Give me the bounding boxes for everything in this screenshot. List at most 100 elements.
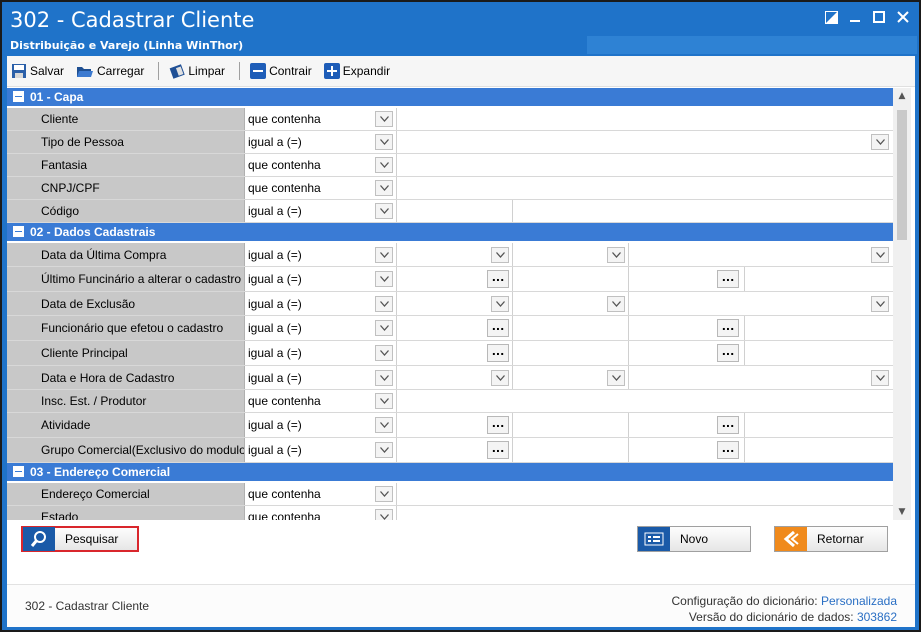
section-header[interactable]: 03 - Endereço Comercial [7,463,893,481]
save-icon [12,64,26,78]
value-select[interactable] [628,243,893,266]
date-from-dropdown-icon[interactable] [491,246,509,263]
operator-select[interactable]: igual a (=) [245,200,373,222]
value-input[interactable] [396,108,893,130]
value-input-2[interactable] [512,200,893,222]
window-subtitle: Distribuição e Varejo (Linha WinThor) [10,39,244,52]
desc-from-input[interactable] [512,267,629,291]
pesquisar-button[interactable]: Pesquisar [21,526,139,552]
lookup-from-button[interactable]: ... [487,416,509,434]
value-select[interactable] [628,292,893,315]
operator-dropdown-icon[interactable] [375,345,393,361]
operator-dropdown-icon[interactable] [375,246,393,263]
lookup-to-button[interactable]: ... [717,270,739,288]
desc-from-input[interactable] [512,413,629,437]
operator-select[interactable]: igual a (=) [245,413,373,437]
operator-dropdown-icon[interactable] [375,295,393,312]
lookup-to-button[interactable]: ... [717,441,739,459]
lookup-to-button[interactable]: ... [717,319,739,337]
scroll-down-icon[interactable]: ▼ [893,504,911,520]
operator-select[interactable]: que contenha [245,154,373,176]
date-to-dropdown-icon[interactable] [607,369,625,386]
minimize-icon[interactable] [845,7,865,27]
date-to-dropdown-icon[interactable] [607,246,625,263]
operator-select[interactable]: que contenha [245,390,373,412]
operator-dropdown-icon[interactable] [375,393,393,409]
operator-select[interactable]: igual a (=) [245,243,373,266]
operator-select[interactable]: igual a (=) [245,316,373,340]
operator-select[interactable]: igual a (=) [245,366,373,389]
close-icon[interactable] [893,7,913,27]
operator-dropdown-icon[interactable] [375,111,393,127]
lookup-to-button[interactable]: ... [717,416,739,434]
operator-dropdown-icon[interactable] [375,509,393,520]
collapse-toggle-icon[interactable] [13,466,24,477]
value-select[interactable] [628,366,893,389]
operator-select[interactable]: que contenha [245,506,373,520]
date-from-dropdown-icon[interactable] [491,369,509,386]
operator-select[interactable]: igual a (=) [245,438,373,462]
contrair-button[interactable]: Contrair [246,59,316,83]
expandir-button[interactable]: Expandir [320,59,394,83]
operator-select[interactable]: igual a (=) [245,267,373,291]
field-label: Endereço Comercial [29,483,245,505]
operator-dropdown-icon[interactable] [375,180,393,196]
value-dropdown-icon[interactable] [871,246,889,263]
restore-layout-icon[interactable] [821,7,841,27]
desc-to-input[interactable] [744,341,893,365]
collapse-toggle-icon[interactable] [13,91,24,102]
value-dropdown-icon[interactable] [871,369,889,386]
retornar-button[interactable]: Retornar [774,526,888,552]
desc-to-input[interactable] [744,316,893,340]
value-input[interactable] [396,177,893,199]
value-dropdown-icon[interactable] [871,134,889,150]
date-from-dropdown-icon[interactable] [491,295,509,312]
operator-dropdown-icon[interactable] [375,417,393,433]
value-input[interactable] [396,154,893,176]
operator-dropdown-icon[interactable] [375,486,393,502]
lookup-from-button[interactable]: ... [487,441,509,459]
operator-select[interactable]: que contenha [245,108,373,130]
section-header[interactable]: 01 - Capa [7,88,893,106]
section-header[interactable]: 02 - Dados Cadastrais [7,223,893,241]
carregar-button[interactable]: Carregar [72,59,148,83]
novo-button[interactable]: Novo [637,526,751,552]
lookup-from-button[interactable]: ... [487,319,509,337]
operator-select[interactable]: igual a (=) [245,341,373,365]
limpar-button[interactable]: Limpar [165,59,229,83]
lookup-to-button[interactable]: ... [717,344,739,362]
lookup-from-button[interactable]: ... [487,344,509,362]
operator-select[interactable]: que contenha [245,483,373,505]
desc-to-input[interactable] [744,267,893,291]
collapse-toggle-icon[interactable] [13,226,24,237]
value-input[interactable] [396,200,513,222]
operator-dropdown-icon[interactable] [375,134,393,150]
desc-from-input[interactable] [512,316,629,340]
value-input[interactable] [396,390,893,412]
desc-to-input[interactable] [744,438,893,462]
operator-select[interactable]: que contenha [245,177,373,199]
scrollbar-thumb[interactable] [897,110,907,240]
operator-select[interactable]: igual a (=) [245,131,373,153]
maximize-icon[interactable] [869,7,889,27]
desc-from-input[interactable] [512,438,629,462]
row-indent [7,108,29,130]
value-dropdown-icon[interactable] [871,295,889,312]
salvar-button[interactable]: Salvar [7,59,68,83]
value-select[interactable] [396,131,893,153]
operator-dropdown-icon[interactable] [375,320,393,336]
value-input[interactable] [396,483,893,505]
operator-dropdown-icon[interactable] [375,442,393,458]
scroll-up-icon[interactable]: ▲ [893,88,911,104]
desc-to-input[interactable] [744,413,893,437]
desc-from-input[interactable] [512,341,629,365]
lookup-from-button[interactable]: ... [487,270,509,288]
vertical-scrollbar[interactable]: ▲ ▼ [893,88,911,520]
operator-dropdown-icon[interactable] [375,271,393,287]
date-to-dropdown-icon[interactable] [607,295,625,312]
operator-dropdown-icon[interactable] [375,369,393,386]
value-input[interactable] [396,506,893,520]
operator-dropdown-icon[interactable] [375,157,393,173]
operator-select[interactable]: igual a (=) [245,292,373,315]
operator-dropdown-icon[interactable] [375,203,393,219]
